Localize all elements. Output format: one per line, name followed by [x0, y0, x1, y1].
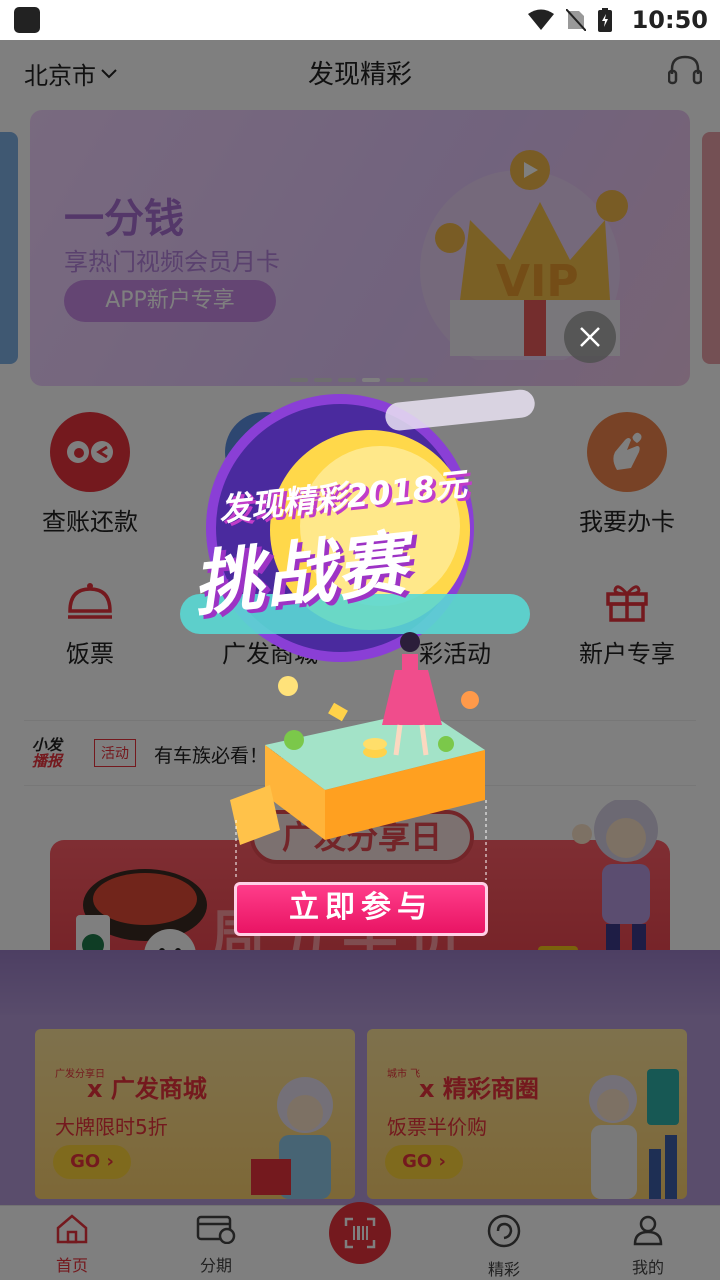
challenge-popup[interactable]: 发现精彩2018元 挑战赛 立即参与 — [170, 380, 560, 940]
battery-icon — [598, 8, 612, 32]
popup-close-button[interactable] — [564, 311, 616, 363]
close-icon — [580, 327, 600, 347]
popup-illustration — [180, 389, 535, 880]
join-now-button[interactable]: 立即参与 — [234, 882, 488, 936]
app-notification-icon — [14, 7, 40, 33]
status-bar-overlay: 10:50 — [0, 0, 720, 40]
clock: 10:50 — [631, 6, 708, 34]
wifi-icon — [528, 9, 554, 30]
no-sim-icon — [566, 9, 586, 31]
